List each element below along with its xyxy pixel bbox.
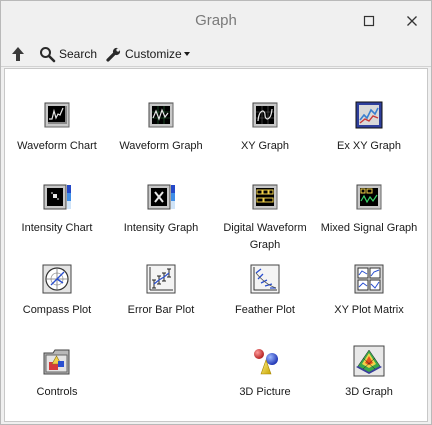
title-bar[interactable]: Graph <box>1 1 431 41</box>
palette-item-label: Error Bar Plot <box>127 304 195 316</box>
compass-plot-icon <box>42 264 72 294</box>
palette-item-label: 3D Graph <box>345 386 393 398</box>
close-button[interactable] <box>400 9 424 33</box>
palette-toolbar: Search Customize <box>1 41 431 67</box>
error-bar-plot-icon <box>146 264 176 294</box>
palette-item-label: Controls <box>36 386 78 398</box>
palette-item-label: Compass Plot <box>22 304 92 316</box>
palette-item-label: Waveform Graph <box>119 140 203 152</box>
palette-item-3d-graph[interactable]: 3D Graph <box>317 345 421 425</box>
palette-item-label: Ex XY Graph <box>337 140 401 152</box>
palette-item-ex-xy-graph[interactable]: Ex XY Graph <box>317 99 421 179</box>
palette-item-controls[interactable]: Controls <box>5 345 109 425</box>
3d-picture-icon <box>254 349 278 375</box>
palette-item-xy-plot-matrix[interactable]: XY Plot Matrix <box>317 263 421 343</box>
arrow-up-icon <box>12 47 24 61</box>
mixed-signal-graph-icon <box>356 184 382 210</box>
caret-down-icon <box>183 52 190 56</box>
up-button[interactable] <box>11 44 25 64</box>
palette-item-intensity-chart[interactable]: Intensity Chart <box>5 181 109 261</box>
palette-item-3d-picture[interactable]: 3D Picture <box>213 345 317 425</box>
intensity-graph-icon <box>147 184 175 210</box>
customize-menu-button[interactable]: Customize <box>105 44 191 64</box>
controls-folder-icon <box>43 349 70 375</box>
ex-xy-graph-icon <box>355 101 383 129</box>
palette-item-label: Intensity Chart <box>21 222 93 234</box>
palette-item-waveform-graph[interactable]: Waveform Graph <box>109 99 213 179</box>
wrench-icon <box>106 47 121 62</box>
palette-item-mixed-signal-graph[interactable]: Mixed Signal Graph <box>317 181 421 261</box>
palette-item-waveform-chart[interactable]: Waveform Chart <box>5 99 109 179</box>
palette-item-label: Feather Plot <box>235 304 295 316</box>
feather-plot-icon <box>250 264 280 294</box>
xy-graph-icon <box>252 102 278 128</box>
palette-item-label: 3D Picture <box>239 386 291 398</box>
search-label: Search <box>59 47 98 61</box>
maximize-button[interactable] <box>357 9 381 33</box>
digital-waveform-graph-icon <box>252 184 278 210</box>
palette-item-label: Waveform Chart <box>17 140 97 152</box>
search-icon <box>40 46 56 62</box>
xy-plot-matrix-icon <box>354 264 384 294</box>
palette-grid: Waveform Chart Waveform Graph XY Graph E… <box>4 68 428 422</box>
palette-item-compass-plot[interactable]: Compass Plot <box>5 263 109 343</box>
customize-label: Customize <box>125 47 182 61</box>
palette-item-error-bar-plot[interactable]: Error Bar Plot <box>109 263 213 343</box>
palette-item-label: XY Graph <box>240 140 290 152</box>
waveform-graph-icon <box>148 102 174 128</box>
close-icon <box>407 16 417 26</box>
palette-item-label: Digital Waveform Graph <box>223 222 307 251</box>
intensity-chart-icon <box>43 184 71 210</box>
waveform-chart-icon <box>44 102 70 128</box>
graph-palette-window: Graph Search Customize Waveform Chart Wa… <box>0 0 432 425</box>
palette-item-intensity-graph[interactable]: Intensity Graph <box>109 181 213 261</box>
palette-item-label: Intensity Graph <box>123 222 199 234</box>
palette-item-label: Mixed Signal Graph <box>320 222 418 234</box>
search-button[interactable]: Search <box>39 44 97 64</box>
palette-item-digital-waveform-graph[interactable]: Digital Waveform Graph <box>213 181 317 261</box>
3d-graph-icon <box>353 345 385 377</box>
palette-item-feather-plot[interactable]: Feather Plot <box>213 263 317 343</box>
maximize-icon <box>363 15 375 27</box>
palette-item-label: XY Plot Matrix <box>334 304 404 316</box>
palette-item-xy-graph[interactable]: XY Graph <box>213 99 317 179</box>
